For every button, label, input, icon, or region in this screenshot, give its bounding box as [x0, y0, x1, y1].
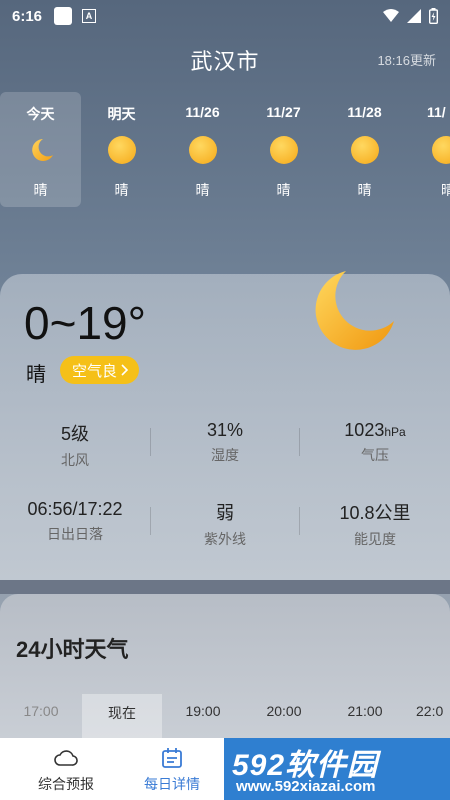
aqi-badge[interactable]: 空气良 [60, 356, 140, 384]
stat-unit: hPa [384, 425, 406, 439]
chevron-right-icon [121, 364, 129, 376]
sun-icon [108, 136, 136, 164]
aqi-label: 空气良 [72, 362, 118, 380]
day-item-1127[interactable]: 11/27 晴 [243, 92, 324, 207]
nav-daily-details[interactable]: 每日详情 [116, 738, 228, 800]
day-item-1128[interactable]: 11/28 晴 [324, 92, 405, 207]
hour-label: 20:00 [266, 703, 302, 719]
hour-label: 17:00 [23, 703, 59, 719]
nav-overview[interactable]: 综合预报 [10, 738, 122, 800]
hour-label: 21:00 [347, 703, 383, 719]
notification-icon [54, 7, 73, 25]
watermark-logo: 592软件园 www.592xiazai.com [224, 738, 450, 800]
day-label: 11/26 [185, 104, 220, 120]
day-weather: 晴 [441, 182, 450, 198]
day-item-today[interactable]: 今天 晴 [0, 92, 81, 207]
stat-value: 1023 [344, 420, 385, 440]
hour-label: 22:0 [416, 703, 444, 719]
nav-label: 每日详情 [144, 776, 200, 792]
calendar-icon [162, 748, 182, 768]
update-time: 18:16更新 [377, 53, 436, 68]
accessibility-icon: A [82, 9, 97, 23]
sun-icon [351, 136, 379, 164]
stat-value: 31% [206, 420, 244, 440]
stat-label: 气压 [361, 447, 389, 463]
stat-label: 能见度 [354, 531, 396, 547]
day-label: 明天 [107, 106, 136, 122]
battery-icon [429, 8, 438, 24]
status-time: 6:16 [12, 7, 43, 25]
stat-label: 紫外线 [204, 531, 246, 547]
moon-icon [315, 271, 394, 350]
day-weather: 晴 [357, 182, 372, 198]
stat-uv: 弱 紫外线 [150, 499, 300, 549]
stat-wind: 5级 北风 [0, 420, 150, 470]
signal-icon [407, 9, 421, 23]
status-bar: 6:16 A [0, 0, 450, 32]
day-weather: 晴 [114, 182, 129, 198]
day-item-tomorrow[interactable]: 明天 晴 [81, 92, 162, 207]
header: 武汉市 18:16更新 [0, 40, 450, 80]
temperature-range: 0~19° [24, 297, 147, 349]
hour-label: 现在 [108, 705, 136, 721]
day-weather: 晴 [195, 182, 210, 198]
sun-icon [432, 136, 450, 164]
stat-label: 日出日落 [47, 526, 103, 542]
section-divider [0, 580, 450, 594]
day-item-next[interactable]: 11/ 晴 [405, 92, 450, 207]
hour-label: 19:00 [185, 703, 221, 719]
moon-icon [32, 139, 53, 161]
sun-icon [270, 136, 298, 164]
day-label: 11/ [427, 104, 446, 120]
sun-icon [189, 136, 217, 164]
day-label: 今天 [26, 106, 55, 122]
day-item-1126[interactable]: 11/26 晴 [162, 92, 243, 207]
day-weather: 晴 [33, 182, 48, 198]
stat-value: 弱 [216, 503, 234, 523]
stat-sunrise-sunset: 06:56/17:22 日出日落 [0, 499, 150, 544]
hourly-title: 24小时天气 [16, 637, 129, 662]
stat-value: 06:56/17:22 [27, 499, 123, 519]
day-label: 11/27 [266, 104, 301, 120]
stat-humidity: 31% 湿度 [150, 420, 300, 465]
wifi-icon [383, 9, 399, 22]
day-label: 11/28 [347, 104, 382, 120]
stat-label: 北风 [61, 452, 89, 468]
nav-label: 综合预报 [38, 776, 94, 792]
stat-pressure: 1023hPa 气压 [300, 420, 450, 465]
day-weather: 晴 [276, 182, 291, 198]
cloud-icon [54, 750, 78, 766]
watermark-url: www.592xiazai.com [236, 778, 376, 795]
current-condition: 晴 [26, 364, 46, 386]
stat-visibility: 10.8公里 能见度 [300, 499, 450, 549]
stat-label: 湿度 [211, 447, 239, 463]
stat-value: 5级 [60, 424, 89, 444]
stat-value: 10.8公里 [339, 503, 411, 523]
day-forecast-strip[interactable]: 今天 晴 明天 晴 11/26 晴 11/27 晴 11/28 晴 11/ 晴 [0, 92, 450, 208]
